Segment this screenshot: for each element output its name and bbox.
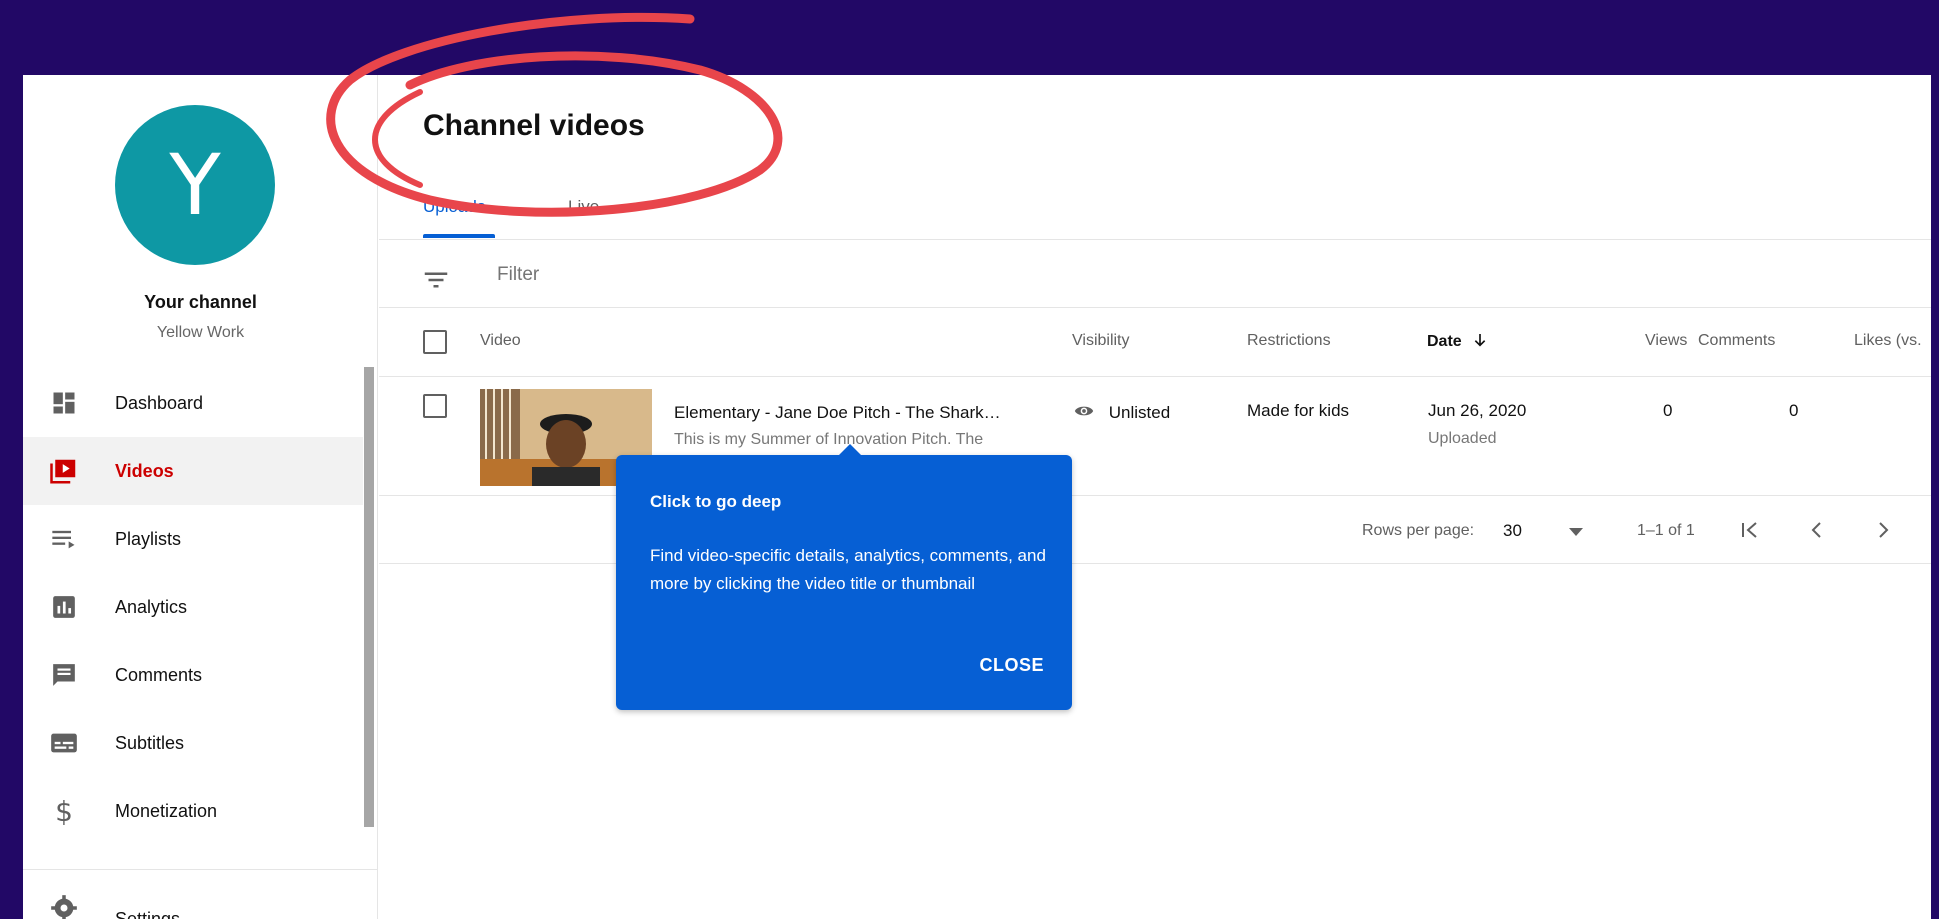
column-header-visibility[interactable]: Visibility [1072,332,1130,350]
divider [23,869,378,870]
comments-icon [49,660,79,690]
channel-title: Your channel [144,292,257,312]
page-title: Channel videos [423,109,645,142]
divider [379,376,1931,377]
sidebar-item-playlists[interactable]: Playlists [23,505,363,573]
studio-window: Y Your channel Yellow Work Dashboard Vid… [23,75,1931,919]
sidebar-item-comments[interactable]: Comments [23,641,363,709]
sidebar-item-analytics[interactable]: Analytics [23,573,363,641]
filter-icon[interactable] [421,265,451,295]
restrictions-value: Made for kids [1247,401,1350,420]
active-tab-indicator [423,234,495,238]
videos-icon [49,456,79,486]
rows-per-page-select[interactable]: 30 [1503,519,1583,545]
sidebar-item-settings[interactable]: Settings [23,875,363,919]
sidebar-item-label: Analytics [115,596,188,617]
divider [379,307,1931,308]
sidebar-item-label: Subtitles [115,732,185,753]
column-header-comments[interactable]: Comments [1698,332,1775,350]
onboarding-tooltip: Click to go deep Find video-specific det… [616,444,1072,710]
views-value: 0 [1663,401,1673,420]
dashboard-icon [49,388,79,418]
eye-icon [1074,406,1094,416]
column-header-date[interactable]: Date [1427,332,1488,351]
sidebar-item-monetization[interactable]: $ Monetization [23,777,363,845]
tooltip-close-button[interactable]: CLOSE [979,655,1044,676]
analytics-icon [49,592,79,622]
divider [379,239,1931,240]
dollar-icon: $ [55,794,73,828]
date-value: Jun 26, 2020 [1428,401,1527,420]
sidebar-item-label: Dashboard [115,392,204,413]
sidebar-scrollbar[interactable] [364,367,374,827]
video-title-link[interactable]: Elementary - Jane Doe Pitch - The Shark… [674,403,1001,423]
subtitles-icon [49,728,79,758]
playlists-icon [49,524,79,554]
channel-avatar[interactable]: Y [115,105,275,265]
sidebar-item-label: Monetization [115,800,218,821]
sidebar-item-dashboard[interactable]: Dashboard [23,369,363,437]
filter-input[interactable] [497,264,1097,286]
dropdown-arrow-icon [1569,528,1583,536]
sidebar-item-label: Comments [115,664,203,685]
page-range: 1–1 of 1 [1637,522,1695,539]
visibility-dropdown[interactable]: Unlisted [1072,401,1170,423]
next-page-icon[interactable] [1871,518,1895,542]
row-checkbox[interactable] [423,394,447,418]
sidebar-item-videos[interactable]: Videos [23,437,363,505]
column-header-restrictions[interactable]: Restrictions [1247,332,1331,350]
rows-per-page-value: 30 [1503,521,1522,540]
rows-per-page-label: Rows per page: [1362,522,1475,539]
date-status: Uploaded [1428,430,1497,447]
previous-page-icon[interactable] [1805,518,1829,542]
column-header-likes[interactable]: Likes (vs. [1854,332,1922,350]
tab-live[interactable]: Live [568,197,599,217]
sidebar-item-subtitles[interactable]: Subtitles [23,709,363,777]
channel-name: Yellow Work [156,324,245,341]
comments-value: 0 [1789,401,1799,420]
sidebar-item-label: Settings [115,909,181,919]
visibility-value: Unlisted [1108,403,1171,422]
column-header-date-label: Date [1427,333,1462,350]
divider [379,563,1931,564]
tab-uploads[interactable]: Uploads [423,197,485,217]
tooltip-body: Find video-specific details, analytics, … [650,546,1046,593]
sidebar-item-label: Videos [115,460,174,481]
sidebar-item-label: Playlists [115,528,182,549]
divider [379,495,1931,496]
sort-down-arrow-icon [1474,334,1486,347]
video-description: This is my Summer of Innovation Pitch. T… [674,431,984,448]
first-page-icon[interactable] [1738,518,1762,542]
tooltip-title: Click to go deep [650,492,782,511]
sidebar: Y Your channel Yellow Work Dashboard Vid… [23,75,378,919]
settings-icon [49,893,79,919]
select-all-checkbox[interactable] [423,330,447,354]
column-header-video: Video [480,332,521,349]
column-header-views[interactable]: Views [1645,332,1687,350]
